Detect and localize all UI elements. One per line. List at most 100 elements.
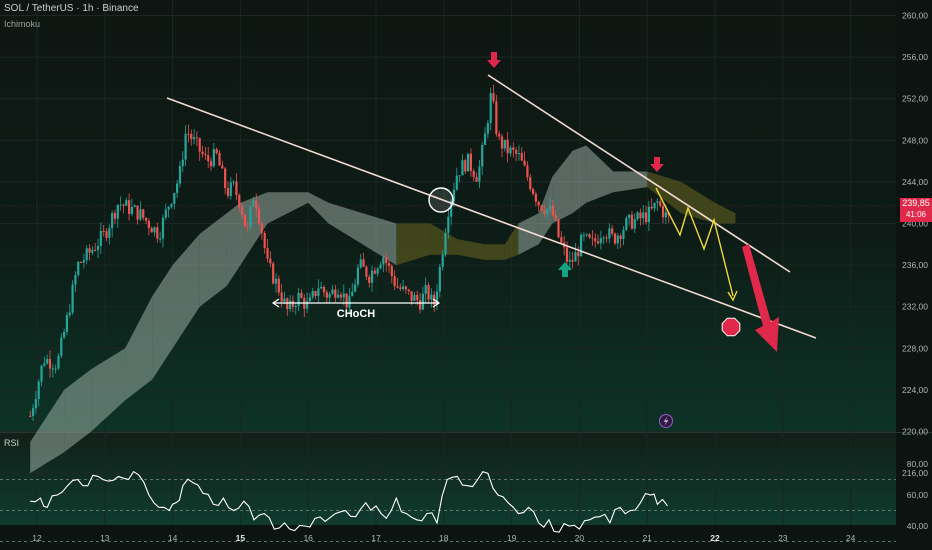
- candle-up: [359, 259, 362, 268]
- candle-up: [353, 284, 357, 292]
- candle-up: [342, 293, 345, 298]
- candle-down: [88, 248, 91, 253]
- candle-up: [548, 205, 552, 210]
- candle-up: [274, 278, 278, 284]
- candle-down: [218, 152, 221, 166]
- time-tick-label: 20: [575, 533, 585, 543]
- candle-down: [644, 212, 648, 223]
- candle-down: [495, 101, 498, 135]
- candle-down: [534, 193, 537, 202]
- candle-down: [136, 205, 139, 220]
- candle-up: [370, 270, 374, 283]
- time-tick-label: 12: [32, 533, 42, 543]
- time-tick-label: 16: [303, 533, 313, 543]
- candle-down: [560, 237, 563, 243]
- cloud-segment-bull: [572, 145, 587, 214]
- candle-down: [393, 276, 396, 287]
- candle-down: [257, 208, 261, 224]
- candle-down: [520, 153, 523, 161]
- candle-up: [153, 227, 156, 233]
- candle-up: [517, 153, 521, 155]
- candle-down: [127, 200, 131, 214]
- candle-down: [190, 134, 193, 140]
- candle-down: [659, 201, 662, 206]
- price-tick-label: 260,00: [902, 11, 928, 21]
- candle-up: [43, 363, 46, 366]
- candle-down: [557, 219, 560, 238]
- candle-down: [246, 226, 249, 228]
- candle-up: [108, 228, 111, 238]
- candle-up: [402, 286, 405, 289]
- candle-down: [500, 136, 504, 149]
- candle-up: [351, 291, 354, 297]
- candle-down: [407, 289, 410, 292]
- candle-up: [320, 286, 323, 289]
- price-tick-label: 252,00: [902, 94, 928, 104]
- candle-down: [280, 292, 283, 302]
- candle-down: [325, 292, 328, 298]
- candle-down: [300, 292, 303, 298]
- candle-down: [144, 217, 148, 221]
- candle-down: [266, 247, 269, 259]
- candle-up: [74, 274, 77, 285]
- price-tick-label: 244,00: [902, 177, 928, 187]
- candle-down: [204, 154, 207, 156]
- indicator-label: Ichimoku: [4, 19, 41, 29]
- candle-up: [68, 312, 71, 316]
- candle-up: [111, 213, 114, 229]
- candle-down: [94, 249, 97, 251]
- time-tick-label: 22: [710, 533, 720, 543]
- candle-up: [167, 206, 170, 210]
- price-tick-label: 216,00: [902, 468, 928, 478]
- symbol-title: SOL / TetherUS · 1h · Binance: [4, 3, 139, 14]
- price-tick-label: 248,00: [902, 135, 928, 145]
- candle-up: [616, 235, 619, 244]
- candle-down: [150, 227, 153, 233]
- countdown: 41:06: [905, 210, 927, 219]
- candle-down: [537, 201, 540, 206]
- rsi-tick-label: 60,00: [907, 490, 929, 500]
- candle-up: [382, 257, 385, 265]
- candle-down: [577, 252, 580, 257]
- time-tick-label: 23: [778, 533, 788, 543]
- candle-down: [201, 151, 204, 155]
- candle-down: [650, 206, 653, 209]
- candle-up: [31, 408, 35, 417]
- candle-down: [416, 294, 419, 301]
- candle-down: [410, 291, 413, 301]
- candle-down: [339, 294, 343, 298]
- candle-up: [161, 217, 165, 239]
- candle-up: [656, 201, 659, 203]
- time-tick-label: 15: [236, 533, 246, 543]
- candle-down: [207, 155, 210, 162]
- candle-up: [478, 166, 481, 182]
- candle-down: [464, 160, 467, 172]
- candle-down: [345, 293, 348, 308]
- candle-up: [130, 206, 134, 214]
- candle-down: [368, 276, 371, 283]
- candle-down: [475, 176, 478, 182]
- candle-down: [105, 231, 108, 238]
- candle-up: [192, 137, 196, 140]
- candle-up: [461, 160, 464, 176]
- candle-up: [57, 355, 60, 369]
- candle-up: [99, 230, 102, 247]
- candle-down: [591, 237, 594, 239]
- candle-up: [585, 234, 588, 236]
- lightning-icon[interactable]: [659, 414, 673, 428]
- candle-up: [133, 205, 136, 207]
- candle-down: [611, 228, 614, 234]
- candle-up: [455, 175, 458, 190]
- candle-up: [413, 294, 416, 301]
- time-tick-label: 17: [371, 533, 381, 543]
- candle-down: [469, 153, 473, 171]
- trading-chart[interactable]: 260,00256,00252,00248,00244,00240,00236,…: [0, 0, 932, 550]
- candle-down: [362, 259, 365, 267]
- candle-up: [489, 93, 492, 124]
- candle-down: [387, 263, 391, 267]
- candle-down: [540, 205, 543, 211]
- candle-up: [444, 232, 447, 255]
- candle-down: [512, 147, 515, 150]
- candle-down: [554, 215, 557, 220]
- time-tick-label: 14: [168, 533, 178, 543]
